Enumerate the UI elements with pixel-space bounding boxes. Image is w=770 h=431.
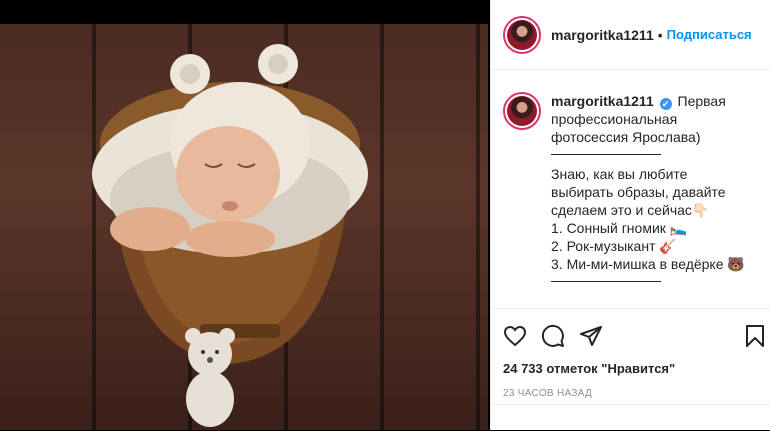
heart-icon[interactable] [503,324,527,348]
post-side-panel: margoritka1211 • Подписаться margoritka1… [490,0,770,430]
add-comment-area[interactable] [491,404,770,431]
follow-button[interactable]: Подписаться [667,27,752,42]
share-icon[interactable] [579,324,603,348]
divider [551,281,661,282]
avatar[interactable] [503,15,541,54]
username-link[interactable]: margoritka1211 [551,27,654,43]
newborn-photo-illustration [92,44,368,427]
separator-dot: • [657,26,663,43]
verified-badge-icon: ✔ [659,98,672,110]
bookmark-icon[interactable] [743,324,767,348]
caption-line: Знаю, как вы любите выбирать образы, дав… [551,166,726,218]
caption-username[interactable]: margoritka1211 [551,93,654,109]
caption: margoritka1211 ✔ Первая профессиональная… [491,70,770,292]
post-photo[interactable] [0,24,488,430]
comment-icon[interactable] [541,324,565,348]
likes-count[interactable]: 24 733 отметок "Нравится" [503,361,759,376]
caption-line: 1. Сонный гномик 🛌 [551,220,688,236]
post-timestamp[interactable]: 23 ЧАСОВ НАЗАД [503,388,759,399]
post-header: margoritka1211 • Подписаться [491,0,770,70]
post-actions: 24 733 отметок "Нравится" 23 ЧАСОВ НАЗАД [491,308,770,399]
caption-avatar[interactable] [503,92,541,130]
caption-line: 2. Рок-музыкант 🎸 [551,238,677,254]
caption-line: 3. Ми-ми-мишка в ведёрке 🐻 [551,256,745,272]
divider [551,154,661,155]
